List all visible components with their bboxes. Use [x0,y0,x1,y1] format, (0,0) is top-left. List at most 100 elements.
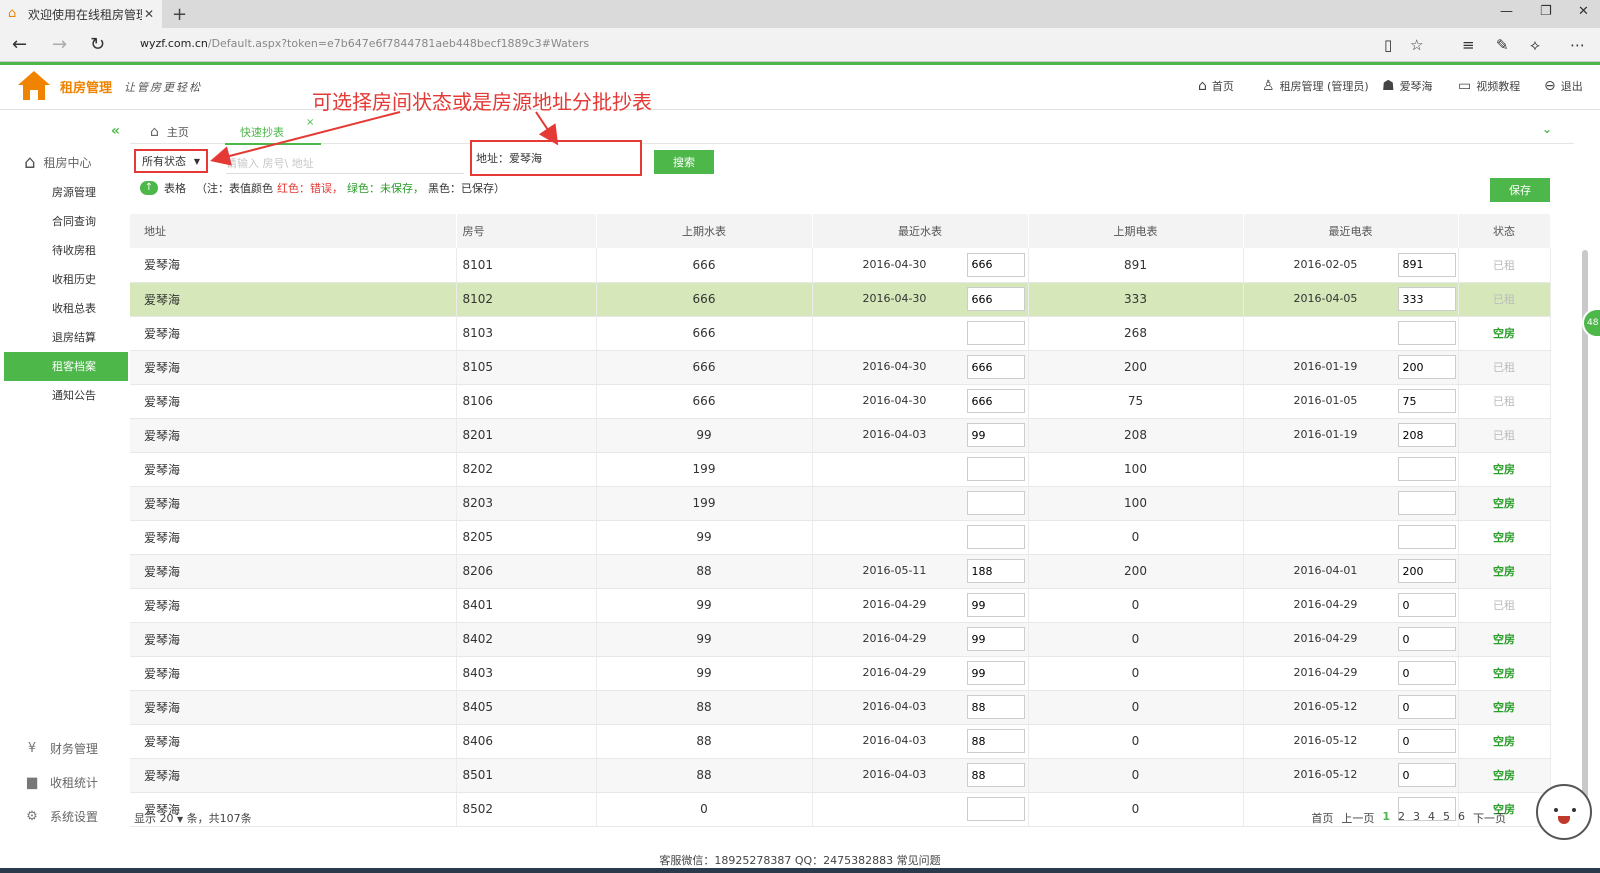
elec-reading-input[interactable] [1397,287,1456,311]
pager-item[interactable]: 首页 [1311,810,1333,826]
elec-reading-input[interactable] [1397,252,1456,277]
table-row[interactable]: 爱琴海840199 2016-04-29 0 2016-04-29 已租 [130,588,1551,623]
hub-icon[interactable]: ≡ [1462,36,1475,54]
water-reading-input[interactable] [966,763,1025,787]
browser-tab[interactable]: ⌂ 欢迎使用在线租房管理: ✕ [0,0,162,28]
nav-property[interactable]: ☗ 爱琴海 [1382,78,1433,94]
table-row[interactable]: 爱琴海 8202 199 100 空房 [130,452,1551,487]
water-reading-input[interactable] [966,389,1025,413]
water-reading-input[interactable] [966,423,1025,447]
reading-view-icon[interactable]: ▯ [1384,36,1392,54]
collapse-sidebar-icon[interactable]: « [111,123,120,139]
elec-reading-input[interactable] [1397,695,1456,719]
sidebar-item-rent-history[interactable]: 收租历史 [4,265,128,294]
elec-reading-input[interactable] [1397,559,1456,583]
table-row[interactable]: 爱琴海 8205 99 0 空房 [130,520,1551,555]
table-row[interactable]: 爱琴海820688 2016-05-11 200 2016-04-01 空房 [130,554,1551,589]
sidebar-item-contracts[interactable]: 合同查询 [4,207,128,236]
water-reading-input[interactable] [966,729,1025,753]
close-window-icon[interactable]: ✕ [1578,4,1589,19]
table-row[interactable]: 爱琴海850188 2016-04-03 0 2016-05-12 空房 [130,758,1551,793]
pager-item[interactable]: 上一页 [1341,810,1374,826]
new-tab-icon[interactable]: + [172,4,187,25]
pager-item[interactable]: 5 [1443,810,1450,826]
water-reading-input[interactable] [966,355,1025,379]
pager-item[interactable]: 1 [1382,810,1390,826]
tab-quick-meter[interactable]: 快速抄表 [240,124,284,140]
water-reading-input[interactable] [966,695,1025,719]
save-button[interactable]: 保存 [1490,178,1550,202]
table-row[interactable]: 爱琴海840299 2016-04-29 0 2016-04-29 空房 [130,622,1551,657]
page-size-select[interactable]: 20 ▼ [160,812,184,825]
elec-reading-input[interactable] [1397,491,1456,515]
elec-reading-input[interactable] [1397,627,1456,651]
water-reading-input[interactable] [966,287,1025,311]
nav-user[interactable]: ♙ 租房管理 (管理员) [1262,78,1369,94]
elec-reading-input[interactable] [1397,355,1456,379]
pager-item[interactable]: 3 [1413,810,1420,826]
elec-reading-input[interactable] [1397,389,1456,413]
water-reading-input[interactable] [966,457,1025,481]
sidebar-section-rental[interactable]: ⌂ 租房中心 [24,152,91,173]
share-icon[interactable]: ⟡ [1530,36,1540,54]
table-row[interactable]: 爱琴海8106666 2016-04-30 75 2016-01-05 已租 [130,384,1551,419]
sidebar-item-checkout[interactable]: 退房结算 [4,323,128,352]
elec-reading-input[interactable] [1397,321,1456,345]
sidebar-item-tenants[interactable]: 租客档案 [4,352,128,381]
back-icon[interactable]: ← [12,34,27,55]
restore-icon[interactable]: ❐ [1540,4,1552,19]
pager-item[interactable]: 6 [1458,810,1465,826]
pager-item[interactable]: 2 [1398,810,1405,826]
url-field[interactable]: wyzf.com.cn/Default.aspx?token=e7b647e6f… [140,37,589,50]
forward-icon[interactable]: → [52,34,67,55]
table-row[interactable]: 爱琴海 8103 666 268 空房 [130,316,1551,351]
water-reading-input[interactable] [966,491,1025,515]
pager-item[interactable]: 下一页 [1473,810,1506,826]
nav-logout[interactable]: ⊖ 退出 [1544,78,1583,94]
table-row[interactable]: 爱琴海840588 2016-04-03 0 2016-05-12 空房 [130,690,1551,725]
note-icon[interactable]: ✎ [1496,36,1509,54]
table-row[interactable]: 爱琴海840399 2016-04-29 0 2016-04-29 空房 [130,656,1551,691]
mascot-avatar[interactable] [1536,784,1592,840]
table-row[interactable]: 爱琴海840688 2016-04-03 0 2016-05-12 空房 [130,724,1551,759]
state-select[interactable]: 所有状态 ▼ [134,149,208,173]
sidebar-item-property[interactable]: 房源管理 [4,178,128,207]
sidebar-item-settings[interactable]: ⚙ 系统设置 [24,808,98,825]
elec-reading-input[interactable] [1397,457,1456,481]
address-filter[interactable]: 地址： 爱琴海 [470,140,642,176]
water-reading-input[interactable] [966,627,1025,651]
refresh-icon[interactable]: ↻ [90,34,105,55]
table-row[interactable]: 爱琴海 8203 199 100 空房 [130,486,1551,521]
elec-reading-input[interactable] [1397,763,1456,787]
expand-icon[interactable]: ⌄ [1542,122,1552,136]
search-input[interactable] [226,154,464,174]
water-reading-input[interactable] [966,252,1025,277]
table-row[interactable]: 爱琴海8105666 2016-04-30 200 2016-01-19 已租 [130,350,1551,385]
water-reading-input[interactable] [966,525,1025,549]
close-tab-icon[interactable]: ✕ [142,7,156,21]
close-tab-icon[interactable]: × [306,117,314,128]
nav-video[interactable]: ▭ 视频教程 [1458,78,1520,94]
pager-item[interactable]: 4 [1428,810,1435,826]
sidebar-item-notices[interactable]: 通知公告 [4,381,128,410]
sidebar-item-stats[interactable]: ▆ 收租统计 [24,774,98,791]
favorite-star-icon[interactable]: ☆ [1410,36,1423,54]
minimize-icon[interactable]: — [1500,4,1513,19]
water-reading-input[interactable] [966,321,1025,345]
cloud-upload-icon[interactable]: ↑ [140,181,158,195]
water-reading-input[interactable] [966,661,1025,685]
table-row[interactable]: 爱琴海820199 2016-04-03 208 2016-01-19 已租 [130,418,1551,453]
more-icon[interactable]: ⋯ [1570,36,1585,54]
sidebar-item-rent-summary[interactable]: 收租总表 [4,294,128,323]
water-reading-input[interactable] [966,593,1025,617]
elec-reading-input[interactable] [1397,661,1456,685]
tab-home[interactable]: ⌂ 主页 [150,124,189,140]
elec-reading-input[interactable] [1397,423,1456,447]
elec-reading-input[interactable] [1397,525,1456,549]
elec-reading-input[interactable] [1397,593,1456,617]
table-row[interactable]: 爱琴海8102666 2016-04-30 333 2016-04-05 已租 [130,282,1551,317]
sidebar-item-pending-rent[interactable]: 待收房租 [4,236,128,265]
nav-home[interactable]: ⌂ 首页 [1198,78,1234,94]
table-row[interactable]: 爱琴海8101666 2016-04-30 891 2016-02-05 已租 [130,248,1551,283]
elec-reading-input[interactable] [1397,729,1456,753]
